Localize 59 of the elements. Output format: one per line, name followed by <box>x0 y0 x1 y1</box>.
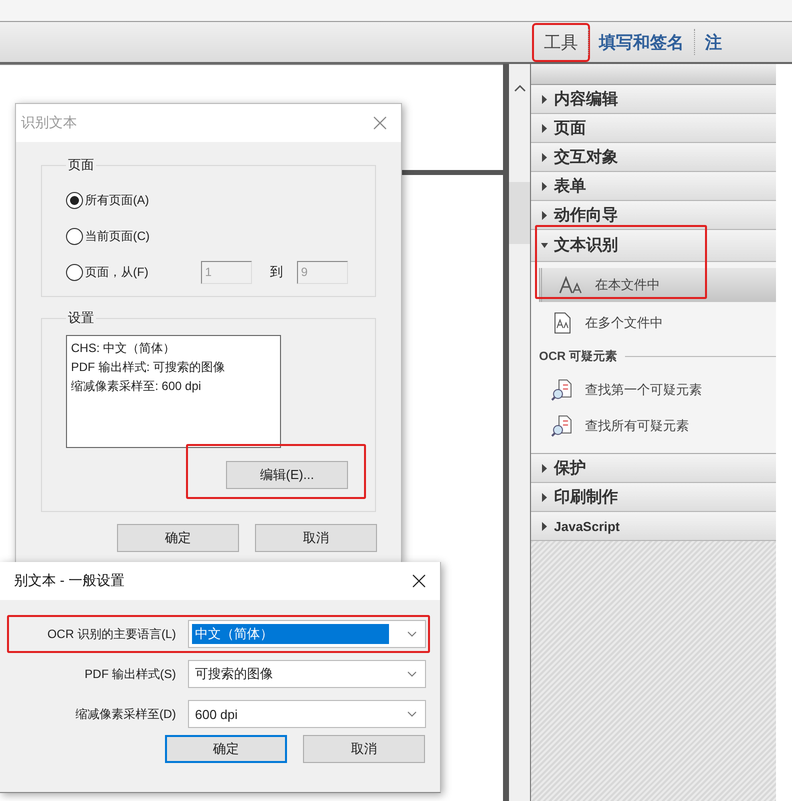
radio-option[interactable]: 页面，从(F) <box>66 264 201 280</box>
radio-option[interactable]: 所有页面(A) <box>66 192 201 208</box>
edit-button[interactable]: 编辑(E)... <box>226 461 348 489</box>
group-label: 设置 <box>67 309 95 327</box>
section-title: 表单 <box>554 176 586 196</box>
tool-item[interactable]: 查找所有可疑元素 <box>531 409 776 443</box>
tool-item[interactable]: 在本文件中 <box>539 268 776 302</box>
summary-line: PDF 输出样式: 可搜索的图像 <box>71 359 226 376</box>
expand-triangle-icon <box>541 182 548 190</box>
cancel-button[interactable]: 取消 <box>303 735 425 763</box>
close-icon <box>373 116 387 130</box>
dialog-title: 识别文本 <box>21 114 77 132</box>
close-icon <box>412 574 426 588</box>
section-title: 文本识别 <box>554 235 618 256</box>
section-title: 动作向导 <box>554 206 618 226</box>
field-label: PDF 输出样式(S) <box>84 666 176 682</box>
chevron-down-icon <box>407 711 417 717</box>
font-size-icon <box>559 276 583 294</box>
radio-option[interactable]: 当前页面(C) <box>66 228 201 244</box>
ok-button[interactable]: 确定 <box>117 524 239 552</box>
scrollbar-thumb[interactable] <box>509 182 530 244</box>
tool-item[interactable]: 在多个文件中 <box>531 306 776 340</box>
expand-triangle-icon <box>541 210 548 220</box>
toolbar-tab[interactable]: 填写和签名 <box>589 24 694 60</box>
section-title: JavaScript <box>554 518 620 534</box>
collapse-triangle-icon <box>541 241 548 250</box>
expand-triangle-icon <box>541 124 548 132</box>
section-title: 交互对象 <box>554 147 618 168</box>
document-search-icon <box>551 379 573 401</box>
tool-item[interactable]: 查找第一个可疑元素 <box>531 373 776 407</box>
dialog-title: 别文本 - 一般设置 <box>14 572 124 590</box>
field-label: OCR 识别的主要语言(L) <box>46 626 176 642</box>
dropdown[interactable]: 600 dpi <box>188 700 426 728</box>
toolbar-tab[interactable]: 注 <box>695 24 732 60</box>
cancel-button[interactable]: 取消 <box>255 524 377 552</box>
ok-button[interactable]: 确定 <box>165 735 287 763</box>
expand-triangle-icon <box>541 94 548 104</box>
expand-triangle-icon <box>541 492 548 502</box>
chevron-down-icon <box>407 671 417 677</box>
dropdown[interactable]: 可搜索的图像 <box>188 660 426 688</box>
summary-line: 缩减像素采样至: 600 dpi <box>71 378 202 395</box>
toolbar-tab[interactable]: 工具 <box>534 24 588 60</box>
scroll-up-icon <box>514 84 526 92</box>
scrollbar[interactable] <box>509 64 530 801</box>
document-search-icon <box>551 415 573 437</box>
section-title: 保护 <box>554 458 586 478</box>
group-heading: OCR 可疑元素 <box>539 348 617 365</box>
section-title: 页面 <box>554 118 586 138</box>
range-label: 到 <box>270 263 283 281</box>
group-label: 页面 <box>67 156 95 174</box>
dropdown[interactable]: 中文（简体） <box>188 620 426 648</box>
field-label: 缩减像素采样至(D) <box>74 706 176 722</box>
summary-line: CHS: 中文（简体） <box>71 340 176 357</box>
expand-triangle-icon <box>541 152 548 162</box>
expand-triangle-icon <box>541 464 548 472</box>
section-title: 内容编辑 <box>554 89 618 110</box>
expand-triangle-icon <box>541 522 548 530</box>
chevron-down-icon <box>407 631 417 637</box>
section-title: 印刷制作 <box>554 488 618 508</box>
